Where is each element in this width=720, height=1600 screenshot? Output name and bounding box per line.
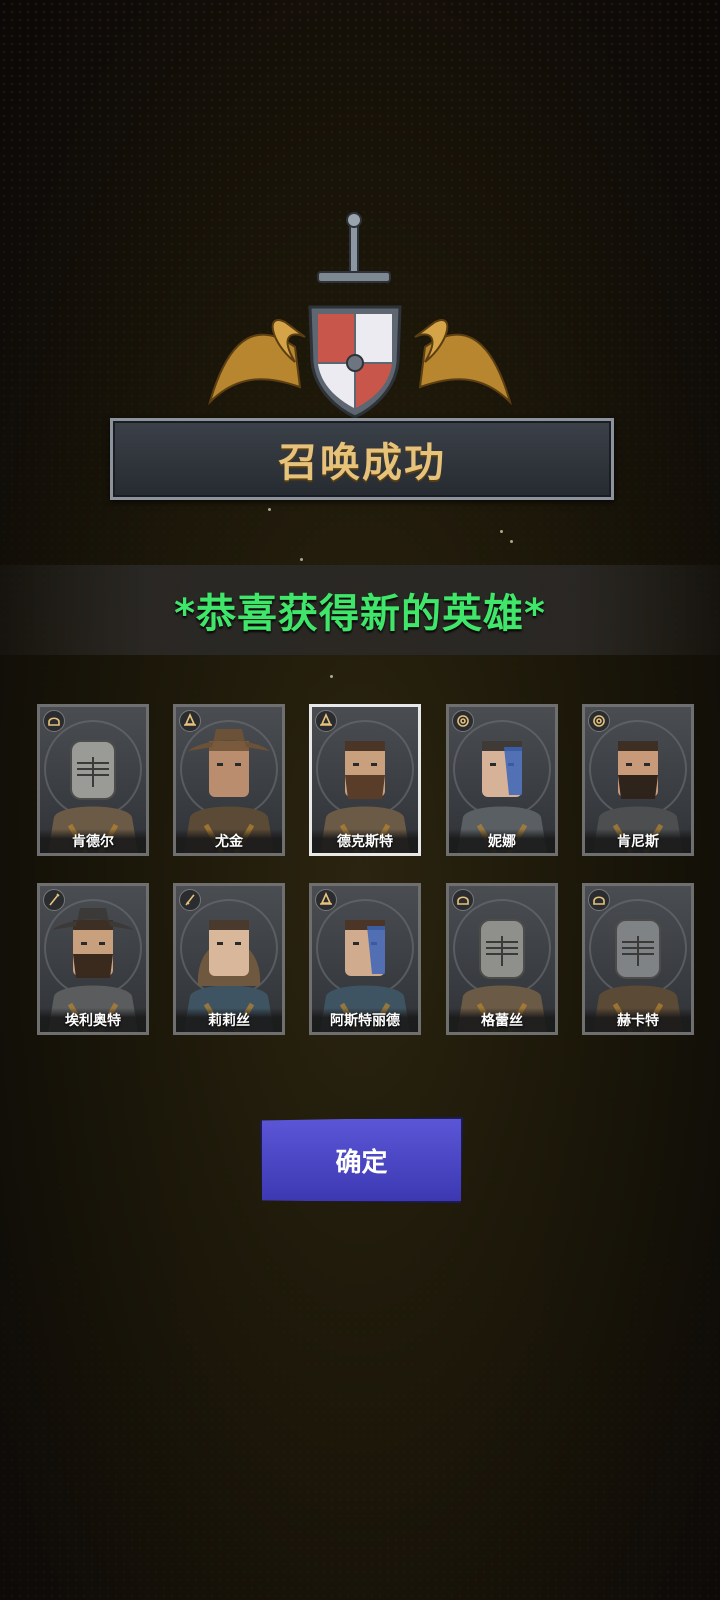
sparkle bbox=[330, 675, 333, 678]
sparkle bbox=[268, 508, 271, 511]
wizard-hat-icon bbox=[179, 710, 201, 732]
hero-card[interactable]: 格蕾丝 bbox=[446, 883, 558, 1035]
wizard-hat-icon bbox=[315, 710, 337, 732]
hero-card[interactable]: 尤金 bbox=[173, 704, 285, 856]
staff-icon bbox=[43, 889, 65, 911]
hero-name: 赫卡特 bbox=[585, 1008, 691, 1032]
hero-card[interactable]: 德克斯特 bbox=[309, 704, 421, 856]
helmet-icon bbox=[452, 889, 474, 911]
hero-name: 格蕾丝 bbox=[449, 1008, 555, 1032]
hero-card[interactable]: 肯德尔 bbox=[37, 704, 149, 856]
hero-card[interactable]: 埃利奥特 bbox=[37, 883, 149, 1035]
congrats-text: *恭喜获得新的英雄* bbox=[174, 591, 546, 637]
sparkle bbox=[500, 530, 503, 533]
hero-card[interactable]: 妮娜 bbox=[446, 704, 558, 856]
hero-card[interactable]: 阿斯特丽德 bbox=[309, 883, 421, 1035]
confirm-button[interactable]: 确定 bbox=[260, 1117, 463, 1203]
hero-name: 尤金 bbox=[176, 829, 282, 853]
helmet-icon bbox=[43, 710, 65, 732]
hero-name: 妮娜 bbox=[449, 829, 555, 853]
hero-name: 肯德尔 bbox=[40, 829, 146, 853]
title-bar: 召唤成功 bbox=[110, 418, 614, 500]
sparkle bbox=[300, 558, 303, 561]
hero-card[interactable]: 赫卡特 bbox=[582, 883, 694, 1035]
hero-name: 肯尼斯 bbox=[585, 829, 691, 853]
target-icon bbox=[452, 710, 474, 732]
sword-shield-emblem bbox=[207, 212, 513, 419]
page-title: 召唤成功 bbox=[278, 440, 446, 486]
hero-card[interactable]: 莉莉丝 bbox=[173, 883, 285, 1035]
congrats-banner: *恭喜获得新的英雄* bbox=[0, 565, 720, 655]
wizard-hat-icon bbox=[315, 889, 337, 911]
target-icon bbox=[588, 710, 610, 732]
hero-name: 阿斯特丽德 bbox=[312, 1008, 418, 1032]
dagger-icon bbox=[179, 889, 201, 911]
hero-card[interactable]: 肯尼斯 bbox=[582, 704, 694, 856]
hero-name: 莉莉丝 bbox=[176, 1008, 282, 1032]
sparkle bbox=[510, 540, 513, 543]
hero-name: 埃利奥特 bbox=[40, 1008, 146, 1032]
helmet-icon bbox=[588, 889, 610, 911]
hero-name: 德克斯特 bbox=[312, 829, 418, 853]
